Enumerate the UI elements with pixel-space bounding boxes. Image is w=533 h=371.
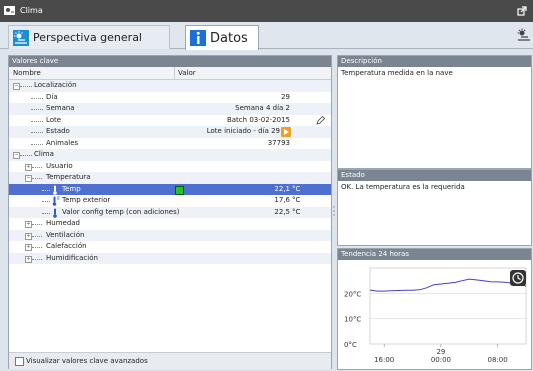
tree-row-label: Temp [62,184,81,193]
outdoor-thermometer-icon [52,196,60,206]
weather-icon [4,6,15,15]
info-icon [190,30,206,46]
panel-header: Estado [338,170,531,181]
window-title: Clima [20,6,43,15]
advanced-values-bar: Visualizar valores clave avanzados [9,352,331,369]
advanced-values-label[interactable]: Visualizar valores clave avanzados [26,357,148,365]
x-tick-label: 00:00 [431,356,451,364]
tree-row-label: Lote [46,115,62,124]
panel-header: Valores clave [9,56,331,67]
tree-row-label: Calefacción [46,242,87,250]
tree-row-label: Usuario [46,161,73,170]
tree-row-label: Clima [34,150,54,158]
tree-row-label: Localización [34,81,77,89]
tree-row-animales[interactable]: Animales 37793 [9,138,331,150]
tree-row-label: Estado [46,127,70,135]
pencil-icon[interactable] [316,115,325,125]
batch-status-icon [281,127,291,137]
trend-panel: Tendencia 24 horas 20°C 10°C 0°C 16:00 00:00… [337,248,532,370]
tree-row-value: Lote iniciado - día 29 [206,127,280,135]
overview-icon[interactable] [517,28,531,42]
panel-header: Tendencia 24 horas [338,249,531,260]
tree-row-value: 22,1 [274,184,290,193]
tree-row-value: 22,5 [274,207,290,216]
tab-bar: Perspectiva general Datos [0,22,533,50]
trend-chart: 20°C 10°C 0°C 16:00 00:00 08:00 29 [344,267,527,364]
column-header: Nombre Valor [9,67,331,80]
column-header-name[interactable]: Nombre [13,69,41,77]
y-tick-label: 10°C [344,316,361,324]
tree-row-valor-config-temp[interactable]: Valor config temp (con adiciones) 22,5 °… [9,206,331,218]
tree-row-unit: °C [292,196,301,204]
history-button[interactable] [510,270,526,286]
tree-row-unit: °C [292,207,301,216]
tree-row-label: Humidificación [46,253,98,262]
tree-row-ventilacion[interactable]: + Ventilación [9,229,331,241]
tree-row-unit: °C [292,184,301,193]
key-values-panel: Valores clave Nombre Valor − Localizació… [8,55,332,369]
tree-row-value: Batch 03-02-2015 [226,115,290,124]
tree-row-label: Semana [46,104,75,112]
tab-label: Perspectiva general [33,31,142,44]
tree-row-label: Temp exterior [62,196,111,204]
popout-icon[interactable] [517,6,527,16]
tree-row-value: 37793 [267,138,290,147]
tree-row-label: Animales [46,138,79,147]
tree-row-clima[interactable]: − Clima [9,149,331,161]
tree-row-dia[interactable]: Día 29 [9,92,331,104]
tree-row-label: Humedad [46,219,81,227]
overview-icon [13,29,29,46]
tree-row-semana[interactable]: Semana Semana 4 día 2 [9,103,331,115]
x-tick-label: 08:00 [488,356,508,364]
tree-row-localizacion[interactable]: − Localización [9,80,331,92]
tree-row-temperatura[interactable]: − Temperatura [9,172,331,184]
tree-row-label: Temperatura [46,173,91,181]
description-text: Temperatura medida en la nave [341,69,453,77]
expand-icon[interactable]: + [25,163,32,171]
tab-perspectiva-general[interactable]: Perspectiva general [8,25,170,49]
tree-row-value: 29 [281,92,290,101]
panel-header: Descripción [338,56,531,67]
tree-row-calefaccion[interactable]: + Calefacción [9,241,331,253]
x-tick-label: 16:00 [374,356,394,364]
column-header-value[interactable]: Valor [174,67,196,79]
y-tick-label: 0°C [344,341,357,349]
expand-icon[interactable]: + [25,221,32,228]
tree-row-temp-exterior[interactable]: Temp exterior 17,6 °C [9,195,331,207]
tree-row-humedad[interactable]: + Humedad [9,218,331,230]
tree-row-humidificacion[interactable]: + Humidificación [9,252,331,264]
y-tick-label: 20°C [344,290,361,298]
title-bar: Clima [0,0,533,22]
advanced-values-checkbox[interactable] [15,357,24,366]
setpoint-thermometer-icon [53,208,57,218]
tree-view: − Localización Día 29 Semana Semana 4 dí… [9,80,331,342]
description-panel: Descripción Temperatura medida en la nav… [337,55,532,169]
tree-row-estado[interactable]: Estado Lote iniciado - día 29 [9,126,331,138]
trend-series-line [369,278,527,292]
thermometer-icon [53,185,57,195]
collapse-icon[interactable]: − [13,152,20,159]
expand-icon[interactable]: + [25,244,32,251]
day-label: 29 [436,348,445,356]
tree-row-label: Día [46,92,58,101]
tree-row-value: 17,6 [274,196,290,204]
status-text: OK. La temperatura es la requerida [341,183,465,191]
tree-row-lote[interactable]: Lote Batch 03-02-2015 [9,115,331,127]
tab-datos[interactable]: Datos [185,25,259,50]
ok-indicator [175,185,184,195]
collapse-icon[interactable]: − [13,83,20,90]
tree-row-temp[interactable]: Temp 22,1 °C [9,183,331,195]
expand-icon[interactable]: + [25,232,32,240]
tab-label: Datos [210,30,248,46]
panel-splitter[interactable] [332,55,336,367]
collapse-icon[interactable]: − [25,175,32,182]
tree-row-label: Valor config temp (con adiciones) [62,207,180,216]
status-panel: Estado OK. La temperatura es la requerid… [337,169,532,246]
tree-row-value: Semana 4 día 2 [235,104,290,112]
expand-icon[interactable]: + [25,255,32,263]
tree-row-label: Ventilación [46,230,85,239]
plot-frame [369,267,527,345]
tree-row-usuario[interactable]: + Usuario [9,161,331,173]
